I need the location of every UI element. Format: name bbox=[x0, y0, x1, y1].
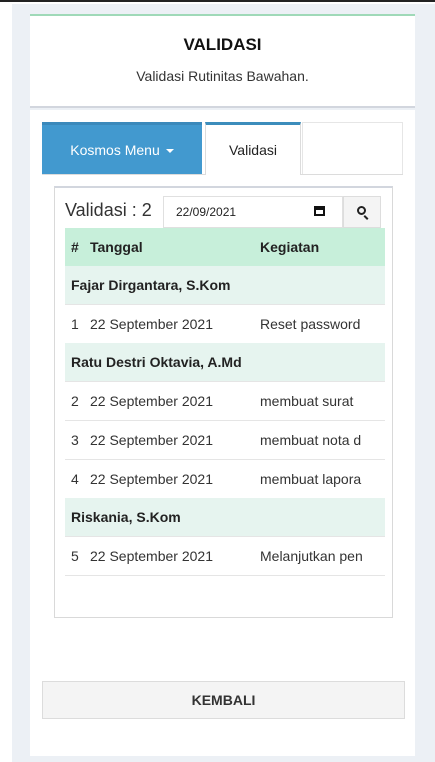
group-name: Riskania, S.Kom bbox=[71, 509, 181, 525]
table-row[interactable]: 5 22 September 2021 Melanjutkan pen bbox=[65, 537, 385, 575]
tab-kosmos-menu[interactable]: Kosmos Menu bbox=[42, 122, 202, 174]
row-number: 3 bbox=[71, 432, 79, 448]
caret-down-icon bbox=[165, 148, 174, 153]
tab-bar: Kosmos Menu Validasi bbox=[42, 122, 403, 175]
row-number: 1 bbox=[71, 316, 79, 332]
search-button[interactable] bbox=[343, 196, 381, 228]
row-number: 2 bbox=[71, 393, 79, 409]
page-subtitle: Validasi Rutinitas Bawahan. bbox=[136, 68, 309, 84]
back-button[interactable]: KEMBALI bbox=[42, 681, 405, 719]
tab-bar-frame bbox=[302, 122, 403, 174]
row-kegiatan: membuat lapora bbox=[260, 471, 362, 487]
table-row[interactable]: 1 22 September 2021 Reset password bbox=[65, 305, 385, 343]
column-header-tanggal: Tanggal bbox=[90, 239, 143, 255]
group-name: Ratu Destri Oktavia, A.Md bbox=[71, 354, 242, 370]
page-header: VALIDASI Validasi Rutinitas Bawahan. bbox=[30, 16, 415, 108]
table-row[interactable]: 3 22 September 2021 membuat nota d bbox=[65, 421, 385, 459]
row-kegiatan: membuat surat bbox=[260, 393, 354, 409]
validasi-title: Validasi : 2 bbox=[65, 200, 152, 220]
date-input[interactable]: 22/09/2021 bbox=[163, 196, 343, 228]
tab-kosmos-menu-label: Kosmos Menu bbox=[70, 141, 160, 158]
group-name: Fajar Dirgantara, S.Kom bbox=[71, 277, 231, 293]
row-kegiatan: Reset password bbox=[260, 316, 361, 332]
table-row[interactable]: 4 22 September 2021 membuat lapora bbox=[65, 460, 385, 498]
main-content-card: Kosmos Menu Validasi Validasi : 2 22/09/… bbox=[30, 110, 415, 756]
row-kegiatan: Melanjutkan pen bbox=[260, 548, 363, 564]
column-header-number: # bbox=[71, 239, 79, 255]
row-kegiatan: membuat nota d bbox=[260, 432, 362, 448]
group-row: Fajar Dirgantara, S.Kom bbox=[65, 266, 385, 304]
row-number: 5 bbox=[71, 548, 79, 564]
row-tanggal: 22 September 2021 bbox=[90, 393, 213, 409]
date-value: 22/09/2021 bbox=[176, 205, 237, 219]
row-number: 4 bbox=[71, 471, 79, 487]
row-tanggal: 22 September 2021 bbox=[90, 316, 213, 332]
validasi-panel: Validasi : 2 22/09/2021 # Tanggal Kegiat… bbox=[54, 186, 393, 618]
top-border-line bbox=[0, 0, 435, 2]
column-header-kegiatan: Kegiatan bbox=[260, 239, 320, 255]
search-icon bbox=[357, 206, 366, 215]
row-tanggal: 22 September 2021 bbox=[90, 432, 213, 448]
row-tanggal: 22 September 2021 bbox=[90, 548, 213, 564]
back-button-label: KEMBALI bbox=[191, 692, 256, 708]
group-row: Ratu Destri Oktavia, A.Md bbox=[65, 343, 385, 381]
row-tanggal: 22 September 2021 bbox=[90, 471, 213, 487]
tab-validasi-label: Validasi bbox=[229, 142, 277, 158]
tab-validasi[interactable]: Validasi bbox=[205, 122, 301, 175]
row-divider bbox=[65, 575, 385, 576]
validasi-table[interactable]: # Tanggal Kegiatan Fajar Dirgantara, S.K… bbox=[65, 228, 385, 612]
group-row: Riskania, S.Kom bbox=[65, 498, 385, 536]
table-header-row: # Tanggal Kegiatan bbox=[65, 228, 385, 266]
search-icon-handle bbox=[363, 215, 369, 220]
page-title: VALIDASI bbox=[183, 35, 262, 54]
calendar-icon[interactable] bbox=[314, 206, 325, 216]
table-row[interactable]: 2 22 September 2021 membuat surat bbox=[65, 382, 385, 420]
